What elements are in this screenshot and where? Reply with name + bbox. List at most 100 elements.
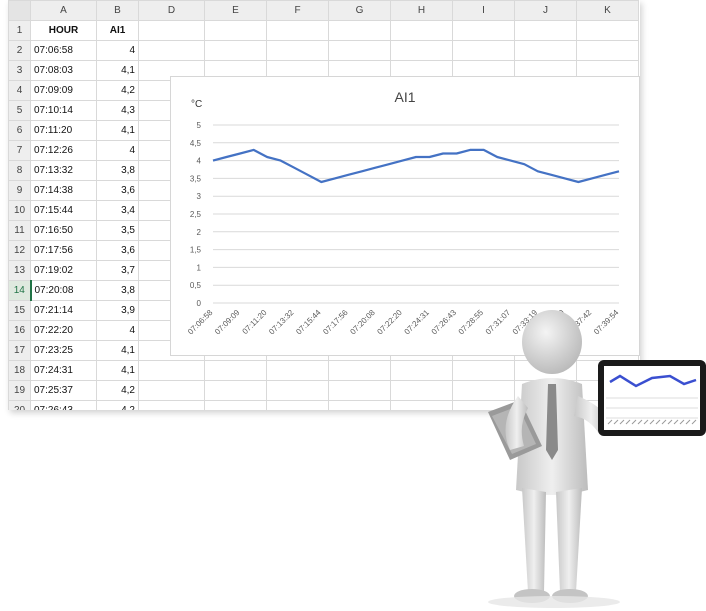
empty-cell[interactable] [266, 380, 329, 401]
column-header-j[interactable]: J [514, 0, 577, 21]
column-header-k[interactable]: K [576, 0, 639, 21]
cell-ai1-value[interactable]: 4,2 [96, 380, 139, 401]
cell-hour[interactable]: 07:16:50 [30, 220, 97, 241]
cell-ai1-value[interactable]: 3,7 [96, 260, 139, 281]
column-header-f[interactable]: F [266, 0, 329, 21]
empty-cell[interactable] [390, 380, 453, 401]
empty-cell[interactable] [266, 20, 329, 41]
cell-ai1-value[interactable]: 4,1 [96, 120, 139, 141]
cell-ai1-value[interactable]: 3,8 [96, 280, 139, 301]
row-number[interactable]: 1 [8, 20, 31, 41]
row-number[interactable]: 15 [8, 300, 31, 321]
row-number[interactable]: 2 [8, 40, 31, 61]
cell-hour[interactable]: 07:26:43 [30, 400, 97, 410]
row-number[interactable]: 10 [8, 200, 31, 221]
cell-hour[interactable]: 07:20:08 [30, 280, 97, 301]
cell-hour[interactable]: 07:15:44 [30, 200, 97, 221]
row-number[interactable]: 17 [8, 340, 31, 361]
cell-hour[interactable]: 07:21:14 [30, 300, 97, 321]
column-header-e[interactable]: E [204, 0, 267, 21]
column-header-b[interactable]: B [96, 0, 139, 21]
row-number[interactable]: 18 [8, 360, 31, 381]
cell-ai1-value[interactable]: 4,1 [96, 60, 139, 81]
empty-cell[interactable] [576, 20, 639, 41]
empty-cell[interactable] [204, 380, 267, 401]
cell-ai1-value[interactable]: 4,2 [96, 80, 139, 101]
column-header-i[interactable]: I [452, 0, 515, 21]
row-number[interactable]: 8 [8, 160, 31, 181]
cell-ai1-value[interactable]: 3,9 [96, 300, 139, 321]
empty-cell[interactable] [452, 20, 515, 41]
empty-cell[interactable] [328, 40, 391, 61]
cell-ai1-value[interactable]: 4,2 [96, 400, 139, 410]
empty-cell[interactable] [266, 400, 329, 410]
empty-cell[interactable] [390, 360, 453, 381]
cell-ai1-value[interactable]: 3,6 [96, 180, 139, 201]
empty-cell[interactable] [390, 20, 453, 41]
cell-ai1-value[interactable]: 4 [96, 320, 139, 341]
empty-cell[interactable] [204, 400, 267, 410]
cell-ai1-value[interactable]: 3,6 [96, 240, 139, 261]
column-header-g[interactable]: G [328, 0, 391, 21]
cell-ai1-value[interactable]: 4,3 [96, 100, 139, 121]
cell-ai1-value[interactable]: 4,1 [96, 340, 139, 361]
empty-cell[interactable] [576, 40, 639, 61]
column-header-h[interactable]: H [390, 0, 453, 21]
row-number[interactable]: 9 [8, 180, 31, 201]
cell-hour[interactable]: 07:19:02 [30, 260, 97, 281]
empty-cell[interactable] [328, 380, 391, 401]
cell-ai1-value[interactable]: 4 [96, 40, 139, 61]
empty-cell[interactable] [514, 20, 577, 41]
cell-ai1-value[interactable]: 4 [96, 140, 139, 161]
cell-hour[interactable]: 07:17:56 [30, 240, 97, 261]
select-all-corner[interactable] [8, 0, 31, 21]
cell-hour[interactable]: 07:13:32 [30, 160, 97, 181]
cell-hour[interactable]: 07:24:31 [30, 360, 97, 381]
row-number[interactable]: 4 [8, 80, 31, 101]
cell-hour[interactable]: 07:08:03 [30, 60, 97, 81]
cell-ai1-value[interactable]: 3,4 [96, 200, 139, 221]
row-number[interactable]: 11 [8, 220, 31, 241]
empty-cell[interactable] [266, 40, 329, 61]
cell-hour[interactable]: 07:06:58 [30, 40, 97, 61]
cell-hour-header[interactable]: HOUR [30, 20, 97, 41]
cell-hour[interactable]: 07:10:14 [30, 100, 97, 121]
cell-hour[interactable]: 07:11:20 [30, 120, 97, 141]
cell-ai1-value[interactable]: 3,5 [96, 220, 139, 241]
row-number[interactable]: 20 [8, 400, 31, 410]
cell-hour[interactable]: 07:14:38 [30, 180, 97, 201]
row-number[interactable]: 12 [8, 240, 31, 261]
row-number[interactable]: 16 [8, 320, 31, 341]
empty-cell[interactable] [138, 400, 205, 410]
empty-cell[interactable] [204, 360, 267, 381]
row-number[interactable]: 14 [8, 280, 32, 301]
empty-cell[interactable] [138, 20, 205, 41]
empty-cell[interactable] [138, 40, 205, 61]
cell-hour[interactable]: 07:12:26 [30, 140, 97, 161]
empty-cell[interactable] [390, 40, 453, 61]
row-number[interactable]: 13 [8, 260, 31, 281]
empty-cell[interactable] [204, 20, 267, 41]
row-number[interactable]: 5 [8, 100, 31, 121]
empty-cell[interactable] [328, 400, 391, 410]
empty-cell[interactable] [514, 40, 577, 61]
empty-cell[interactable] [266, 360, 329, 381]
cell-hour[interactable]: 07:25:37 [30, 380, 97, 401]
empty-cell[interactable] [452, 40, 515, 61]
cell-hour[interactable]: 07:09:09 [30, 80, 97, 101]
cell-ai1-value[interactable]: 4,1 [96, 360, 139, 381]
row-number[interactable]: 3 [8, 60, 31, 81]
empty-cell[interactable] [390, 400, 453, 410]
row-number[interactable]: 6 [8, 120, 31, 141]
empty-cell[interactable] [328, 20, 391, 41]
cell-hour[interactable]: 07:23:25 [30, 340, 97, 361]
row-number[interactable]: 19 [8, 380, 31, 401]
empty-cell[interactable] [138, 380, 205, 401]
cell-ai1-value[interactable]: 3,8 [96, 160, 139, 181]
cell-hour[interactable]: 07:22:20 [30, 320, 97, 341]
column-header-a[interactable]: A [30, 0, 97, 21]
empty-cell[interactable] [328, 360, 391, 381]
row-number[interactable]: 7 [8, 140, 31, 161]
column-header-d[interactable]: D [138, 0, 205, 21]
empty-cell[interactable] [138, 360, 205, 381]
